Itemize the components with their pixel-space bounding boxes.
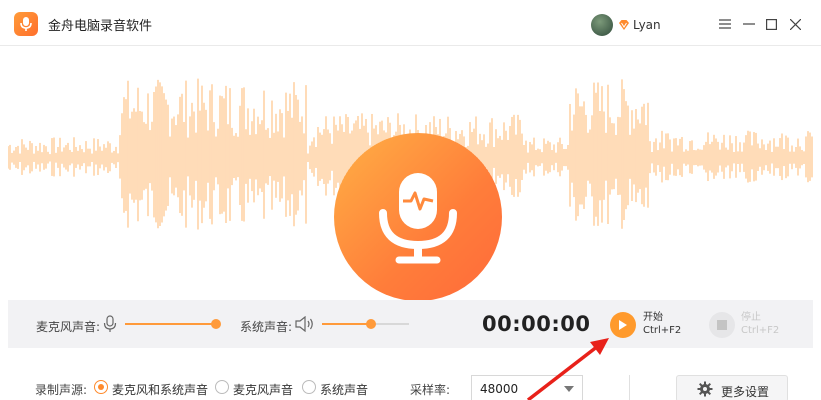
- start-button-label[interactable]: 开始 Ctrl+F2: [643, 311, 681, 337]
- gear-icon: [697, 381, 713, 397]
- more-settings-button[interactable]: 更多设置: [676, 375, 788, 400]
- username[interactable]: Lyan: [633, 18, 661, 32]
- microphone-icon: [334, 133, 502, 300]
- mic-icon: [103, 315, 117, 332]
- stop-icon: [717, 320, 727, 330]
- app-logo-icon: [14, 12, 38, 36]
- source-label: 录制声源:: [35, 383, 88, 397]
- source-radio-both[interactable]: [94, 380, 108, 394]
- stop-button-label[interactable]: 停止 Ctrl+F2: [741, 311, 779, 337]
- more-settings-label: 更多设置: [721, 385, 770, 399]
- divider: [629, 375, 630, 400]
- title-bar: 金舟电脑录音软件 Lyan: [0, 0, 821, 46]
- waveform-area: [8, 46, 813, 300]
- app-title: 金舟电脑录音软件: [48, 19, 153, 34]
- maximize-icon[interactable]: [761, 14, 781, 34]
- vip-diamond-icon: [619, 20, 629, 30]
- speaker-icon: [295, 316, 313, 332]
- system-volume-label: 系统声音:: [240, 320, 293, 334]
- close-icon[interactable]: [785, 14, 805, 34]
- source-radio-both-label[interactable]: 麦克风和系统声音: [112, 381, 208, 398]
- source-radio-mic-label[interactable]: 麦克风声音: [233, 381, 293, 398]
- annotation-arrow-icon: [526, 338, 609, 400]
- minimize-icon[interactable]: [739, 14, 759, 34]
- system-volume-knob[interactable]: [365, 319, 376, 329]
- menu-icon[interactable]: [715, 14, 735, 34]
- mic-volume-knob[interactable]: [211, 319, 221, 329]
- system-volume-slider[interactable]: [322, 319, 409, 329]
- source-radio-mic[interactable]: [215, 380, 229, 394]
- source-radio-system-label[interactable]: 系统声音: [320, 381, 368, 398]
- source-radio-system[interactable]: [302, 380, 316, 394]
- sample-rate-label: 采样率:: [410, 383, 451, 397]
- avatar[interactable]: [591, 14, 613, 36]
- mic-volume-slider[interactable]: [125, 319, 221, 329]
- stop-button[interactable]: [709, 312, 735, 338]
- mic-volume-label: 麦克风声音:: [36, 320, 101, 334]
- control-bar: 麦克风声音: 系统声音: 00:00:00: [8, 300, 813, 348]
